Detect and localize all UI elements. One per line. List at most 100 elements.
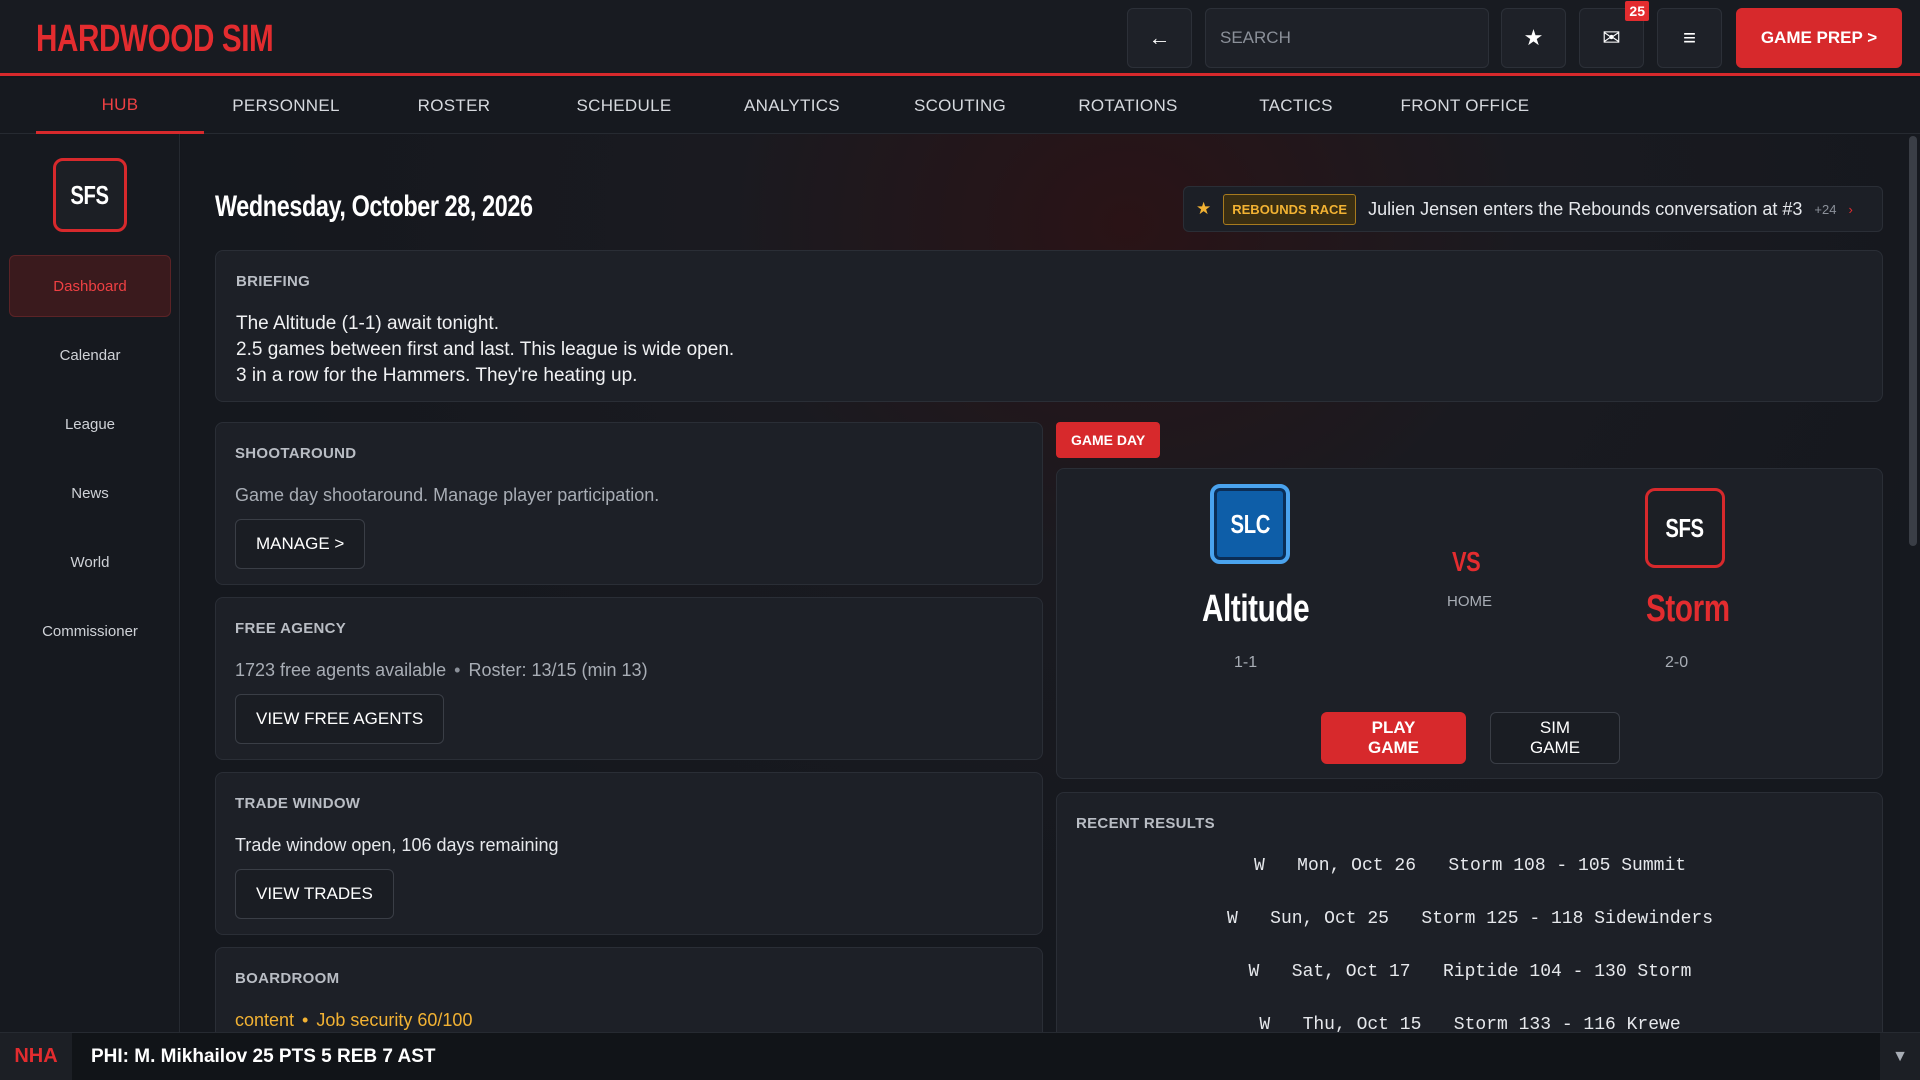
boardroom-card: BOARDROOM content • Job security 60/100 <box>215 947 1043 1032</box>
sidebar-item-world[interactable]: World <box>9 531 171 593</box>
trade-window-title: TRADE WINDOW <box>235 795 361 812</box>
trade-window-text: Trade window open, 106 days remaining <box>235 835 559 855</box>
boardroom-title: BOARDROOM <box>235 970 340 987</box>
inbox-button[interactable]: ✉ 25 <box>1579 1 1649 68</box>
result-outcome: W <box>1248 962 1260 982</box>
ticker-text: Julien Jensen enters the Rebounds conver… <box>1368 198 1803 219</box>
sim-game-button[interactable]: SIM GAME <box>1490 712 1620 764</box>
free-agency-info: 1723 free agents available • Roster: 13/15… <box>235 660 648 681</box>
separator-dot: • <box>302 1010 309 1030</box>
result-date: Thu, Oct 15 <box>1302 1015 1422 1032</box>
view-free-agents-button[interactable]: VIEW FREE AGENTS <box>235 694 445 744</box>
result-row[interactable]: W Sat, Oct 17 Riptide 104 - 130 Storm <box>1057 962 1883 982</box>
boardroom-info: content • Job security 60/100 <box>235 1010 472 1031</box>
game-prep-button[interactable]: GAME PREP > <box>1736 8 1902 68</box>
game-day-tag: GAME DAY <box>1056 422 1161 458</box>
job-security: Job security 60/100 <box>316 1010 473 1030</box>
sidebar-item-commissioner[interactable]: Commissioner <box>9 600 171 662</box>
result-score: Riptide 104 - 130 Storm <box>1443 962 1692 982</box>
star-icon: ★ <box>1523 25 1544 50</box>
roster-count: Roster: 13/15 (min 13) <box>468 660 648 680</box>
sidebar-item-dashboard[interactable]: Dashboard <box>9 255 171 317</box>
favorites-button[interactable]: ★ <box>1501 8 1566 68</box>
star-icon: ★ <box>1196 199 1212 218</box>
home-team-record: 2-0 <box>1665 654 1689 671</box>
result-date: Sat, Oct 17 <box>1291 962 1411 982</box>
result-date: Sun, Oct 25 <box>1270 909 1389 929</box>
shootaround-title: SHOOTAROUND <box>235 445 357 462</box>
play-game-button[interactable]: PLAY GAME <box>1321 712 1466 764</box>
home-team-badge[interactable]: SFS <box>1645 488 1725 568</box>
sidebar-item-league[interactable]: League <box>9 393 171 455</box>
news-ticker[interactable]: ★ REBOUNDS RACE Julien Jensen enters the… <box>1183 186 1883 232</box>
recent-results-title: RECENT RESULTS <box>1076 815 1215 832</box>
away-team-badge[interactable]: SLC <box>1210 484 1290 564</box>
shootaround-text: Game day shootaround. Manage player part… <box>235 485 660 505</box>
briefing-card: BRIEFING The Altitude (1-1) await tonigh… <box>215 250 1883 402</box>
briefing-line: 3 in a row for the Hammers. They're heat… <box>236 365 638 386</box>
inbox-count-badge: 25 <box>1625 1 1649 21</box>
app-logo[interactable]: HARDWOOD SIM <box>36 18 274 61</box>
versus-label: VS <box>1452 546 1481 577</box>
result-date: Mon, Oct 26 <box>1297 856 1416 876</box>
briefing-line: The Altitude (1-1) await tonight. <box>236 313 499 334</box>
app-header: HARDWOOD SIM ← ★ ✉ 25 ≡ GAME PREP > <box>0 0 1920 76</box>
manage-shootaround-button[interactable]: MANAGE > <box>235 519 366 569</box>
sidebar-item-calendar[interactable]: Calendar <box>9 324 171 386</box>
away-team-record: 1-1 <box>1234 654 1258 671</box>
briefing-line: 2.5 games between first and last. This l… <box>236 339 735 360</box>
home-team-name: Storm <box>1646 588 1730 630</box>
tab-front-office[interactable]: FRONT OFFICE <box>1380 78 1550 134</box>
bottom-ticker-bar: NHA PHI: M. Mikhailov 25 PTS 5 REB 7 AST… <box>0 1032 1920 1080</box>
page-title: Wednesday, October 28, 2026 <box>215 190 533 223</box>
result-outcome: W <box>1253 856 1265 876</box>
owner-mood: content <box>235 1010 295 1030</box>
main-content: Wednesday, October 28, 2026 ★ REBOUNDS R… <box>181 134 1900 1032</box>
scrollbar-thumb[interactable] <box>1909 136 1917 546</box>
tab-schedule[interactable]: SCHEDULE <box>540 78 708 134</box>
result-row[interactable]: W Sun, Oct 25 Storm 125 - 118 Sidewinder… <box>1057 909 1883 929</box>
team-badge[interactable]: SFS <box>53 158 127 232</box>
ticker-count: +24 <box>1814 201 1837 217</box>
hamburger-icon: ≡ <box>1683 25 1696 50</box>
result-score: Storm 125 - 118 Sidewinders <box>1421 909 1714 929</box>
result-row[interactable]: W Thu, Oct 15 Storm 133 - 116 Krewe <box>1057 1015 1883 1032</box>
shootaround-card: SHOOTAROUND Game day shootaround. Manage… <box>215 422 1043 585</box>
bottom-ticker-text: PHI: M. Mikhailov 25 PTS 5 REB 7 AST <box>91 1046 436 1067</box>
sidebar-item-news[interactable]: News <box>9 462 171 524</box>
tab-roster[interactable]: ROSTER <box>370 78 538 134</box>
free-agency-title: FREE AGENCY <box>235 620 347 637</box>
free-agency-card: FREE AGENCY 1723 free agents available • R… <box>215 597 1043 760</box>
view-trades-button[interactable]: VIEW TRADES <box>235 869 394 919</box>
search-input[interactable] <box>1205 8 1489 68</box>
league-label[interactable]: NHA <box>0 1033 72 1080</box>
back-button[interactable]: ← <box>1127 8 1192 68</box>
result-row[interactable]: W Mon, Oct 26 Storm 108 - 105 Summit <box>1057 856 1883 876</box>
chevron-down-icon[interactable]: ▼ <box>1880 1033 1920 1080</box>
result-score: Storm 108 - 105 Summit <box>1448 856 1687 876</box>
home-label: HOME <box>1447 593 1492 610</box>
tab-analytics[interactable]: ANALYTICS <box>708 78 876 134</box>
recent-results-card: RECENT RESULTS W Mon, Oct 26 Storm 108 -… <box>1056 792 1883 1032</box>
menu-button[interactable]: ≡ <box>1657 8 1722 68</box>
sidebar: SFS Dashboard Calendar League News World… <box>0 134 180 1032</box>
trade-window-card: TRADE WINDOW Trade window open, 106 days… <box>215 772 1043 935</box>
tab-tactics[interactable]: TACTICS <box>1212 78 1380 134</box>
mail-icon: ✉ <box>1602 25 1621 50</box>
result-outcome: W <box>1259 1015 1271 1032</box>
tab-hub[interactable]: HUB <box>36 78 204 134</box>
tab-scouting[interactable]: SCOUTING <box>876 78 1044 134</box>
briefing-title: BRIEFING <box>236 273 311 290</box>
result-score: Storm 133 - 116 Krewe <box>1453 1015 1681 1032</box>
chevron-right-icon: › <box>1848 201 1853 217</box>
ticker-tag: REBOUNDS RACE <box>1223 193 1357 225</box>
arrow-left-icon: ← <box>1148 25 1171 50</box>
tab-rotations[interactable]: ROTATIONS <box>1044 78 1212 134</box>
tab-personnel[interactable]: PERSONNEL <box>204 78 368 134</box>
result-outcome: W <box>1226 909 1238 929</box>
game-day-card: SLC Altitude 1-1 VS HOME SFS Storm 2-0 P… <box>1056 468 1883 779</box>
separator-dot: • <box>454 660 461 680</box>
briefing-lines: The Altitude (1-1) await tonight. 2.5 ga… <box>236 311 734 389</box>
away-team-name: Altitude <box>1202 588 1310 630</box>
free-agents-available: 1723 free agents available <box>235 660 447 680</box>
